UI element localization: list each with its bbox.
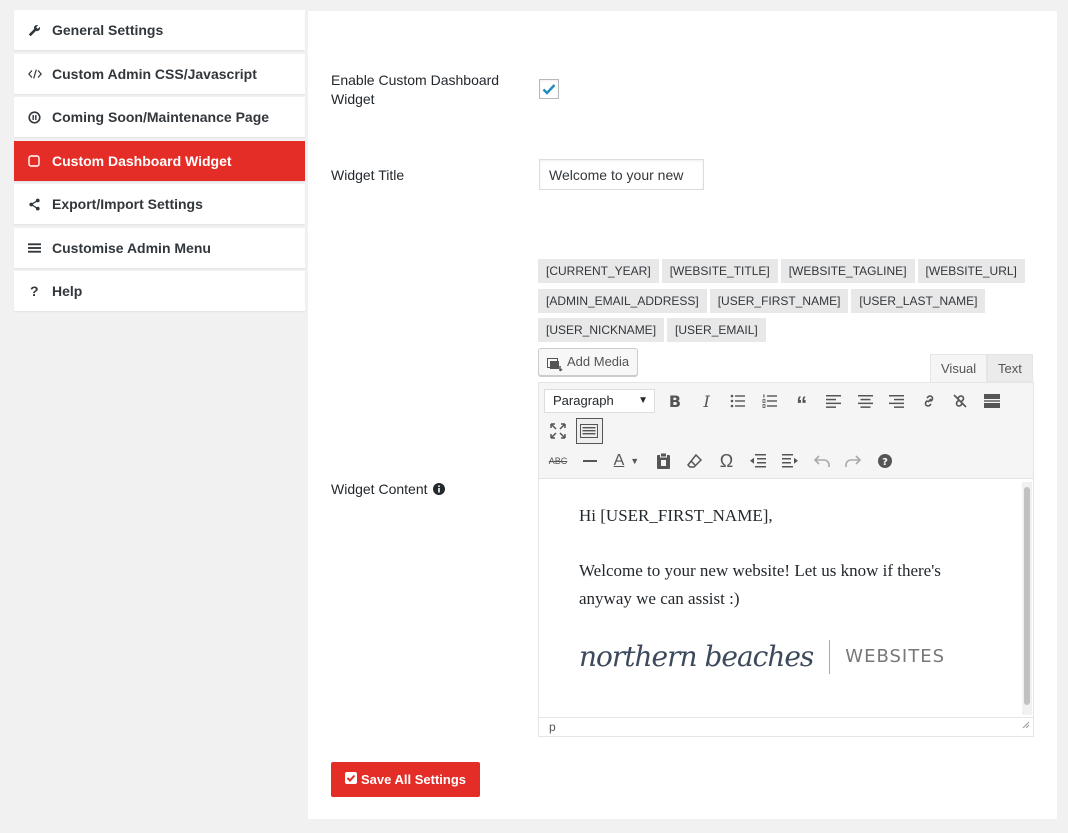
sidebar-item-export-import[interactable]: Export/Import Settings bbox=[14, 184, 305, 224]
italic-icon[interactable]: I bbox=[693, 387, 721, 415]
sidebar-item-custom-dashboard-widget[interactable]: Custom Dashboard Widget bbox=[14, 140, 305, 181]
sidebar-item-coming-soon[interactable]: Coming Soon/Maintenance Page bbox=[14, 97, 305, 137]
greeting-text: Hi [USER_FIRST_NAME], bbox=[579, 506, 773, 525]
question-icon: ? bbox=[30, 283, 39, 299]
logo-sans-text: WEBSITES bbox=[845, 646, 946, 667]
tab-visual[interactable]: Visual bbox=[930, 354, 988, 382]
code-icon bbox=[28, 68, 52, 80]
settings-sidebar: General Settings Custom Admin CSS/Javasc… bbox=[14, 10, 305, 315]
widget-content-label-text: Widget Content bbox=[331, 481, 428, 497]
format-select[interactable]: Paragraph ▼ bbox=[544, 389, 655, 413]
editor-toolbar: Paragraph ▼ B I “ ABC A ▼ Ω ? bbox=[539, 383, 1033, 479]
resize-handle-icon[interactable] bbox=[1021, 716, 1030, 734]
bullet-list-icon[interactable] bbox=[724, 387, 752, 415]
settings-panel: Enable Custom Dashboard Widget Widget Ti… bbox=[308, 11, 1057, 819]
company-logo: northern beaches WEBSITES bbox=[579, 640, 981, 674]
toolbar-toggle-icon[interactable] bbox=[575, 418, 603, 444]
indent-icon[interactable] bbox=[776, 447, 804, 475]
widget-title-label: Widget Title bbox=[331, 167, 405, 183]
numbered-list-icon[interactable] bbox=[756, 387, 784, 415]
shortcode-tag[interactable]: [WEBSITE_TITLE] bbox=[661, 259, 778, 283]
align-right-icon[interactable] bbox=[883, 387, 911, 415]
align-center-icon[interactable] bbox=[851, 387, 879, 415]
sidebar-item-label: Customise Admin Menu bbox=[52, 239, 211, 256]
welcome-text: Welcome to your new website! Let us know… bbox=[579, 561, 941, 608]
redo-icon[interactable] bbox=[839, 447, 867, 475]
editor-status-bar: p bbox=[539, 717, 1033, 736]
sidebar-item-help[interactable]: ? Help bbox=[14, 271, 305, 311]
horizontal-line-icon[interactable] bbox=[576, 447, 604, 475]
read-more-icon[interactable] bbox=[978, 387, 1006, 415]
sidebar-item-label: Custom Dashboard Widget bbox=[52, 152, 232, 169]
save-button-label: Save All Settings bbox=[361, 772, 466, 787]
enable-widget-checkbox[interactable] bbox=[539, 79, 559, 99]
shortcode-tag[interactable]: [WEBSITE_URL] bbox=[917, 259, 1025, 283]
shortcode-tag[interactable]: [CURRENT_YEAR] bbox=[538, 259, 659, 283]
sidebar-item-label: Coming Soon/Maintenance Page bbox=[52, 109, 270, 125]
fullscreen-icon[interactable] bbox=[544, 417, 572, 445]
undo-icon[interactable] bbox=[808, 447, 836, 475]
keyboard-shortcuts-help-icon[interactable]: ? bbox=[871, 447, 899, 475]
element-path[interactable]: p bbox=[549, 720, 556, 734]
shortcode-tag[interactable]: [USER_EMAIL] bbox=[667, 318, 766, 342]
editor-scrollbar[interactable] bbox=[1022, 482, 1032, 715]
enable-widget-label: Enable Custom Dashboard Widget bbox=[331, 72, 500, 107]
square-icon bbox=[28, 154, 52, 167]
editor-content[interactable]: Hi [USER_FIRST_NAME], Welcome to your ne… bbox=[539, 480, 1021, 718]
widget-content-label: Widget Content bbox=[331, 480, 446, 500]
special-character-icon[interactable]: Ω bbox=[712, 447, 740, 475]
shortcode-tag[interactable]: [USER_FIRST_NAME] bbox=[709, 288, 849, 313]
strikethrough-icon[interactable]: ABC bbox=[544, 447, 572, 475]
widget-title-input[interactable] bbox=[539, 159, 704, 190]
shortcode-tag[interactable]: [WEBSITE_TAGLINE] bbox=[780, 259, 915, 283]
shortcode-tag[interactable]: [ADMIN_EMAIL_ADDRESS] bbox=[538, 288, 707, 313]
sidebar-item-label: General Settings bbox=[52, 22, 164, 38]
shortcode-tag[interactable]: [USER_LAST_NAME] bbox=[851, 288, 986, 313]
unlink-icon[interactable] bbox=[946, 387, 974, 415]
sidebar-item-label: Export/Import Settings bbox=[52, 196, 203, 212]
sidebar-item-general-settings[interactable]: General Settings bbox=[14, 10, 305, 50]
align-left-icon[interactable] bbox=[819, 387, 847, 415]
media-icon bbox=[547, 355, 563, 381]
wrench-icon bbox=[28, 24, 52, 37]
share-icon bbox=[28, 198, 52, 211]
paste-text-icon[interactable] bbox=[649, 447, 677, 475]
logo-divider bbox=[829, 640, 831, 674]
sidebar-item-customise-admin-menu[interactable]: Customise Admin Menu bbox=[14, 227, 305, 268]
add-media-button[interactable]: Add Media bbox=[538, 348, 639, 376]
sidebar-item-custom-admin-css[interactable]: Custom Admin CSS/Javascript bbox=[14, 53, 305, 94]
save-all-settings-button[interactable]: Save All Settings bbox=[331, 762, 480, 797]
shortcode-tag[interactable]: [USER_NICKNAME] bbox=[538, 318, 665, 342]
sidebar-item-label: Help bbox=[52, 283, 83, 299]
logo-script-text: northern beaches bbox=[579, 640, 814, 673]
menu-icon bbox=[28, 242, 52, 254]
clear-formatting-icon[interactable] bbox=[681, 447, 709, 475]
scrollbar-thumb[interactable] bbox=[1024, 487, 1030, 705]
blockquote-icon[interactable]: “ bbox=[788, 387, 816, 416]
chevron-down-icon: ▼ bbox=[638, 395, 648, 406]
sidebar-item-label: Custom Admin CSS/Javascript bbox=[52, 65, 257, 82]
bold-icon[interactable]: B bbox=[661, 387, 689, 415]
check-square-icon bbox=[345, 762, 357, 797]
info-icon[interactable] bbox=[433, 481, 446, 500]
shortcode-tags: [CURRENT_YEAR] [WEBSITE_TITLE] [WEBSITE_TA… bbox=[538, 259, 1038, 348]
add-media-label: Add Media bbox=[567, 354, 630, 369]
text-color-icon[interactable]: A ▼ bbox=[607, 447, 645, 475]
checkmark-icon bbox=[542, 84, 556, 95]
tab-text[interactable]: Text bbox=[987, 354, 1033, 382]
pause-circle-icon bbox=[28, 110, 52, 124]
format-select-value: Paragraph bbox=[553, 393, 614, 408]
link-icon[interactable] bbox=[915, 387, 943, 415]
widget-content-editor: Paragraph ▼ B I “ ABC A ▼ Ω ? Hi [USER_F… bbox=[538, 382, 1034, 737]
svg-text:?: ? bbox=[882, 457, 888, 468]
outdent-icon[interactable] bbox=[744, 447, 772, 475]
